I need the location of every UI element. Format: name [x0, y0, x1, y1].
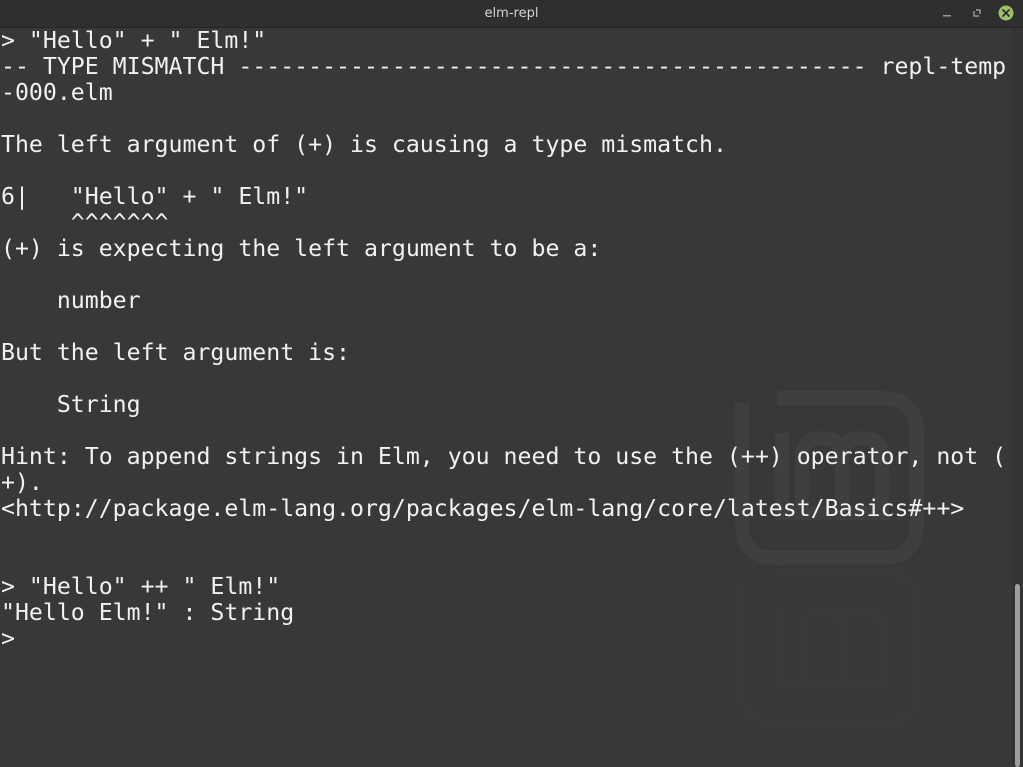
- terminal-line: String: [1, 391, 141, 418]
- terminal-line: +).: [1, 469, 43, 496]
- close-icon[interactable]: [998, 5, 1014, 21]
- scrollbar-thumb[interactable]: [1015, 584, 1020, 767]
- terminal-line: -- TYPE MISMATCH -----------------------…: [1, 53, 1007, 80]
- terminal-line: > "Hello" ++ " Elm!": [1, 573, 281, 600]
- terminal-line: number: [1, 287, 141, 314]
- terminal-line: "Hello Elm!" : String: [1, 599, 295, 626]
- maximize-icon[interactable]: [969, 5, 985, 21]
- terminal-line: -000.elm: [1, 79, 113, 106]
- terminal-area[interactable]: > "Hello" + " Elm!" -- TYPE MISMATCH ----…: [0, 28, 1012, 767]
- terminal-line: Hint: To append strings in Elm, you need…: [1, 443, 1007, 470]
- terminal-line: The left argument of (+) is causing a ty…: [1, 131, 727, 158]
- window-title: elm-repl: [484, 6, 539, 21]
- minimize-icon[interactable]: [939, 5, 955, 21]
- terminal-line: ^^^^^^^: [1, 209, 169, 236]
- terminal-line: > "Hello" + " Elm!": [1, 28, 267, 54]
- window-titlebar[interactable]: elm-repl: [0, 0, 1023, 28]
- terminal-line: >: [1, 625, 15, 652]
- terminal-line: (+) is expecting the left argument to be…: [1, 235, 602, 262]
- terminal-scrollbar[interactable]: [1012, 28, 1023, 767]
- terminal-line: 6| "Hello" + " Elm!": [1, 183, 309, 210]
- linux-mint-logo-icon: [732, 373, 932, 733]
- terminal-line: <http://package.elm-lang.org/packages/el…: [1, 495, 965, 522]
- terminal-line: But the left argument is:: [1, 339, 351, 366]
